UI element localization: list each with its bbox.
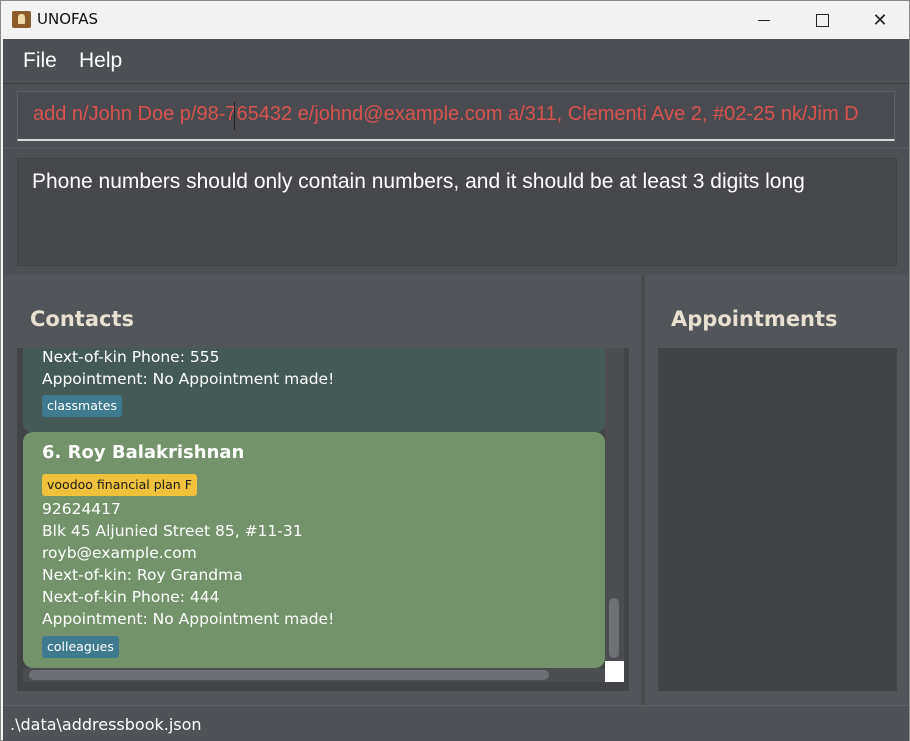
plan-tag: voodoo financial plan F (42, 474, 197, 496)
appointments-panel: Appointments (645, 275, 909, 705)
main-content: File Help add n/John Doe p/98-765432 e/j… (3, 39, 909, 741)
contact-nok-phone: Next-of-kin Phone: 444 (42, 588, 220, 606)
scrollbar-corner (605, 661, 624, 682)
contact-list[interactable]: Next-of-kin Phone: 555 Appointment: No A… (17, 348, 629, 691)
window-title: UNOFAS (37, 10, 99, 28)
vertical-scrollbar[interactable] (605, 348, 624, 661)
status-bar: .\data\addressbook.json (3, 705, 909, 741)
appointment-list[interactable] (658, 348, 897, 691)
vertical-scroll-thumb[interactable] (609, 598, 619, 658)
command-area: add n/John Doe p/98-765432 e/johnd@examp… (3, 84, 909, 147)
menu-file[interactable]: File (23, 49, 57, 73)
contacts-panel: Contacts Next-of-kin Phone: 555 Appointm… (3, 275, 643, 705)
contact-tag: classmates (42, 395, 122, 417)
contact-appointment: Appointment: No Appointment made! (42, 610, 335, 628)
maximize-button[interactable] (793, 1, 851, 39)
contact-card[interactable]: Next-of-kin Phone: 555 Appointment: No A… (23, 348, 605, 432)
close-button[interactable]: ✕ (851, 1, 909, 39)
appointments-title: Appointments (671, 307, 838, 331)
app-window: UNOFAS ✕ File Help add n/John Doe p/98-7… (0, 0, 910, 741)
contact-address: Blk 45 Aljunied Street 85, #11-31 (42, 522, 303, 540)
contact-email: royb@example.com (42, 544, 197, 562)
contacts-title: Contacts (30, 307, 134, 331)
menu-help[interactable]: Help (79, 49, 122, 73)
title-bar: UNOFAS ✕ (1, 1, 909, 39)
close-icon: ✕ (872, 9, 888, 31)
contact-tag: colleagues (42, 636, 119, 658)
maximize-icon (815, 13, 829, 27)
command-input-text[interactable]: add n/John Doe p/98-765432 e/johnd@examp… (33, 103, 883, 126)
result-area: Phone numbers should only contain number… (3, 149, 909, 275)
command-input[interactable]: add n/John Doe p/98-765432 e/johnd@examp… (17, 91, 895, 141)
contact-card-selected[interactable]: 6. Roy Balakrishnan voodoo financial pla… (23, 432, 605, 668)
contact-name: 6. Roy Balakrishnan (42, 442, 245, 463)
menu-bar: File Help (3, 39, 909, 84)
result-message: Phone numbers should only contain number… (32, 170, 805, 193)
minimize-button[interactable] (735, 1, 793, 39)
text-caret (234, 102, 235, 130)
contact-nok: Next-of-kin: Roy Grandma (42, 566, 243, 584)
contact-appointment: Appointment: No Appointment made! (42, 370, 335, 388)
minimize-icon (758, 19, 770, 21)
contact-nok-phone: Next-of-kin Phone: 555 (42, 348, 220, 366)
horizontal-scrollbar[interactable] (23, 668, 605, 682)
save-location: .\data\addressbook.json (10, 715, 202, 734)
result-display: Phone numbers should only contain number… (17, 158, 897, 266)
horizontal-scroll-thumb[interactable] (29, 670, 549, 680)
contact-phone: 92624417 (42, 500, 121, 518)
address-book-icon (12, 11, 31, 28)
